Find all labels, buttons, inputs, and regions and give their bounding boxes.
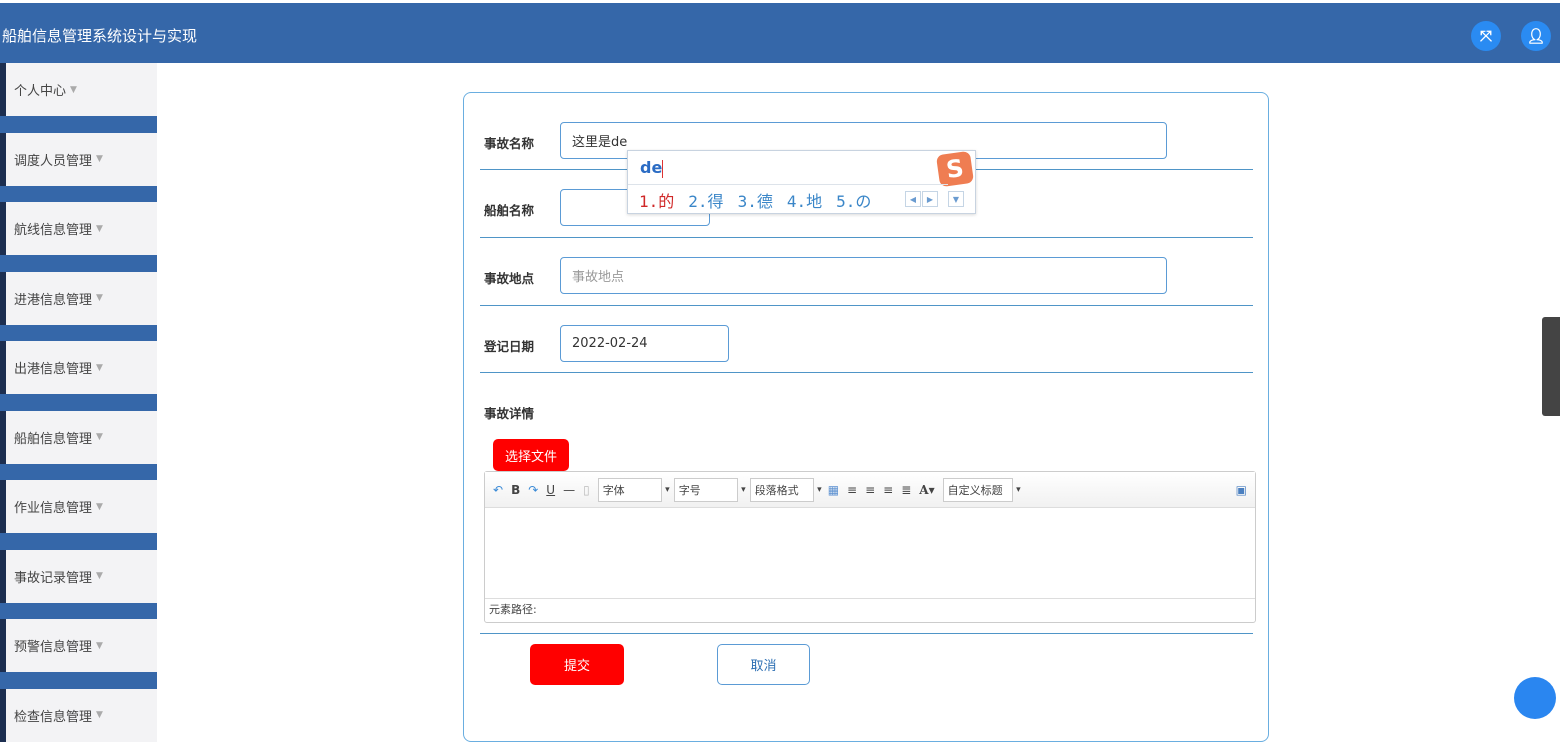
caret-down-icon: ▼	[96, 432, 103, 442]
sidebar-item-label: 船舶信息管理	[14, 431, 93, 447]
custom-heading-select[interactable]: 自定义标题	[942, 477, 1021, 502]
sidebar-item-label: 个人中心	[14, 84, 67, 99]
underline-icon[interactable]: U	[546, 483, 555, 497]
location-label: 事故地点	[484, 271, 535, 286]
sidebar-item[interactable]: 作业信息管理 ▼	[6, 480, 157, 533]
sidebar-item-label: 预警信息管理	[14, 640, 93, 655]
date-label: 登记日期	[484, 339, 535, 354]
next-page-icon[interactable]: ▶	[922, 191, 938, 207]
justify-icon[interactable]: ≣	[901, 483, 911, 497]
details-label: 事故详情	[484, 406, 535, 421]
app-title: 船舶信息管理系统设计与实现	[2, 27, 198, 45]
sidebar-item-label: 调度人员管理	[14, 153, 93, 169]
editor-toolbar: ↶ B ↷ U — ▯ 字体 字号 段落格式 ▦ ≡ ≡ ≡ ≣ A▾ 自定义标…	[485, 472, 1255, 508]
user-icon[interactable]: 👤︎	[1521, 21, 1551, 51]
sidebar-item[interactable]: 个人中心 ▼	[6, 63, 157, 116]
font-select[interactable]: 字体	[597, 477, 670, 502]
date-value: 2022-02-24	[572, 336, 648, 351]
sidebar-item[interactable]: 预警信息管理 ▼	[6, 619, 157, 672]
paragraph-select-value: 段落格式	[754, 483, 799, 497]
size-select-value: 字号	[678, 483, 701, 497]
align-right-icon[interactable]: ≡	[865, 483, 875, 497]
sidebar-item-label: 作业信息管理	[14, 501, 93, 516]
sidebar-item-label: 进港信息管理	[14, 292, 93, 308]
divider	[480, 237, 1253, 238]
ime-candidate[interactable]: 1.的	[639, 188, 674, 212]
ime-candidate-popup: de S 1.的 2.得 3.德 4.地 5.の ◀ ▶ ▼	[627, 150, 976, 214]
accident-name-label: 事故名称	[484, 136, 535, 151]
caret-down-icon: ▼	[96, 154, 103, 164]
ime-candidate[interactable]: 5.の	[836, 188, 871, 212]
font-color-icon[interactable]: A▾	[919, 483, 934, 497]
ime-candidates: 1.的 2.得 3.德 4.地 5.の	[639, 188, 871, 212]
top-bar: 船舶信息管理系统设计与实现 ⤧ 👤︎	[0, 3, 1560, 63]
align-left-icon[interactable]: ≡	[847, 483, 857, 497]
ime-candidate[interactable]: 2.得	[688, 188, 723, 212]
caret-down-icon: ▼	[96, 640, 103, 651]
sidebar-item[interactable]: 航线信息管理 ▼	[6, 202, 157, 255]
side-handle[interactable]	[1542, 317, 1560, 416]
accident-name-value: 这里是de	[572, 135, 628, 150]
horizontal-rule-icon[interactable]: —	[563, 483, 575, 497]
sidebar: 个人中心 ▼ 调度人员管理 ▼ 航线信息管理 ▼ 进港信息管理 ▼ 出港信息管理 ▼ 船舶信息管理 ▼…	[0, 63, 157, 742]
page-icon[interactable]: ▯	[583, 483, 590, 497]
sidebar-item-label: 航线信息管理	[14, 223, 93, 238]
divider	[480, 372, 1253, 373]
undo-icon[interactable]: ↶	[493, 483, 503, 497]
fullscreen-icon[interactable]: ⤧	[1471, 21, 1501, 51]
choose-file-button[interactable]: 选择文件	[493, 439, 569, 471]
divider	[480, 305, 1253, 306]
table-icon[interactable]: ▦	[828, 483, 839, 497]
caret-down-icon: ▼	[70, 84, 77, 95]
bold-icon[interactable]: B	[511, 483, 520, 497]
element-path: 元素路径:	[485, 598, 1255, 622]
caret-down-icon: ▼	[96, 293, 103, 303]
rich-text-editor: ↶ B ↷ U — ▯ 字体 字号 段落格式 ▦ ≡ ≡ ≡ ≣ A▾ 自定义标…	[484, 471, 1256, 623]
ime-pinyin: de	[640, 158, 664, 178]
redo-icon[interactable]: ↷	[528, 483, 538, 497]
sidebar-item-label: 出港信息管理	[14, 362, 93, 377]
sogou-logo-icon: S	[935, 150, 975, 188]
align-center-icon[interactable]: ≡	[883, 483, 893, 497]
sidebar-item[interactable]: 出港信息管理 ▼	[6, 341, 157, 394]
date-input[interactable]: 2022-02-24	[560, 325, 729, 362]
sidebar-item-label: 事故记录管理	[14, 570, 93, 586]
sidebar-item-label: 检查信息管理	[14, 709, 93, 725]
divider	[480, 633, 1253, 634]
font-select-value: 字体	[602, 483, 625, 497]
caret-down-icon: ▼	[96, 362, 103, 373]
ime-candidate[interactable]: 4.地	[787, 188, 822, 212]
sidebar-item[interactable]: 事故记录管理 ▼	[6, 549, 157, 603]
caret-down-icon: ▼	[96, 571, 103, 581]
ime-candidate[interactable]: 3.德	[738, 188, 773, 212]
expand-icon[interactable]: ▼	[948, 191, 964, 207]
cancel-button[interactable]: 取消	[717, 644, 810, 685]
sidebar-item[interactable]: 船舶信息管理 ▼	[6, 410, 157, 464]
editor-body[interactable]	[485, 508, 1255, 600]
location-placeholder: 事故地点	[572, 270, 625, 285]
caret-down-icon: ▼	[96, 710, 103, 720]
sidebar-item[interactable]: 进港信息管理 ▼	[6, 271, 157, 325]
preview-icon[interactable]: ▣	[1236, 483, 1247, 497]
caret-down-icon: ▼	[96, 501, 103, 512]
sidebar-item[interactable]: 检查信息管理 ▼	[6, 688, 157, 742]
paragraph-select[interactable]: 段落格式	[749, 477, 822, 502]
caret-down-icon: ▼	[96, 223, 103, 234]
custom-heading-value: 自定义标题	[947, 483, 1003, 497]
float-help-button[interactable]	[1514, 677, 1556, 719]
prev-page-icon[interactable]: ◀	[905, 191, 921, 207]
size-select[interactable]: 字号	[673, 477, 746, 502]
submit-button[interactable]: 提交	[530, 644, 624, 685]
location-input[interactable]: 事故地点	[560, 257, 1167, 294]
sidebar-item[interactable]: 调度人员管理 ▼	[6, 132, 157, 186]
ime-pinyin-text: de	[640, 158, 663, 177]
ship-name-label: 船舶名称	[484, 203, 535, 218]
